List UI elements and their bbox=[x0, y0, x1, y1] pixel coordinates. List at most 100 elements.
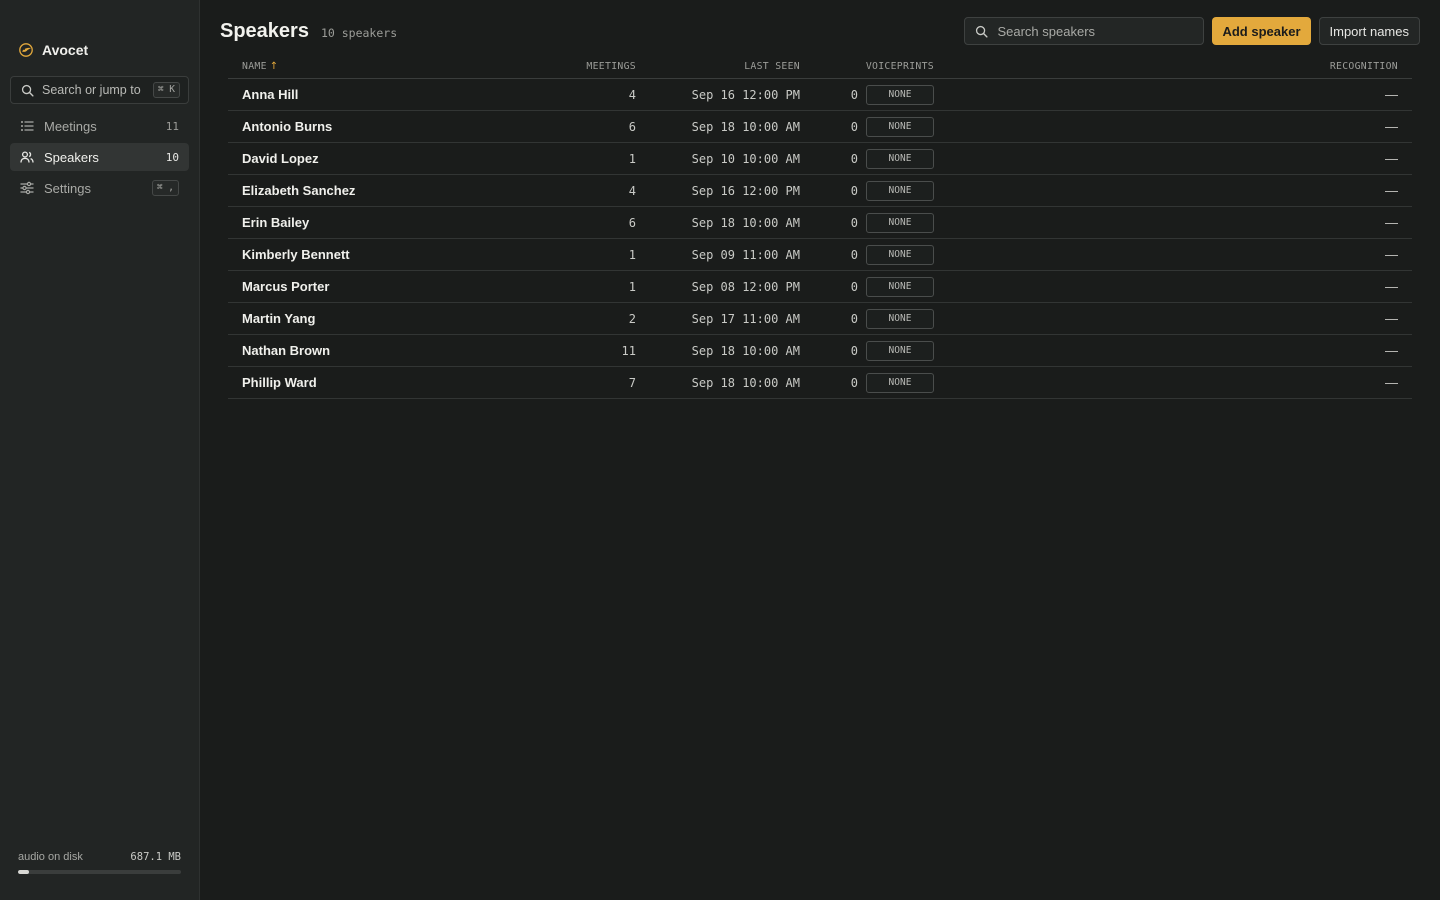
table-row[interactable]: Anna Hill 4 Sep 16 12:00 PM 0 NONE — bbox=[228, 79, 1412, 111]
column-meetings[interactable]: MEETINGS bbox=[558, 61, 636, 72]
sort-arrow-icon: ↑ bbox=[269, 60, 279, 72]
speaker-name: Martin Yang bbox=[242, 311, 316, 326]
recognition-value: — bbox=[1385, 151, 1398, 166]
add-speaker-button[interactable]: Add speaker bbox=[1212, 17, 1311, 45]
voiceprint-status-badge: NONE bbox=[866, 244, 934, 265]
speaker-name: Nathan Brown bbox=[242, 343, 331, 358]
voiceprint-status-badge: NONE bbox=[866, 148, 934, 169]
column-voiceprints[interactable]: VOICEPRINTS bbox=[800, 61, 934, 72]
recognition-value: — bbox=[1385, 87, 1398, 102]
recognition-value: — bbox=[1385, 247, 1398, 262]
column-last-seen[interactable]: LAST SEEN bbox=[636, 61, 800, 72]
recognition-value: — bbox=[1385, 119, 1398, 134]
recognition-value: — bbox=[1385, 279, 1398, 294]
table-row[interactable]: Antonio Burns 6 Sep 18 10:00 AM 0 NONE — bbox=[228, 111, 1412, 143]
voiceprint-count: 0 bbox=[850, 87, 858, 102]
last-seen: Sep 18 10:00 AM bbox=[691, 215, 800, 230]
meetings-count: 6 bbox=[628, 215, 636, 230]
voiceprint-status-badge: NONE bbox=[866, 276, 934, 297]
meetings-count: 1 bbox=[628, 279, 636, 294]
recognition-value: — bbox=[1385, 183, 1398, 198]
sidebar-item-label: Speakers bbox=[44, 149, 99, 165]
voiceprint-count: 0 bbox=[850, 343, 858, 358]
last-seen: Sep 18 10:00 AM bbox=[691, 119, 800, 134]
avocet-bird-icon bbox=[19, 43, 33, 57]
app-name: Avocet bbox=[42, 42, 89, 58]
recognition-value: — bbox=[1385, 375, 1398, 390]
disk-usage-label: audio on disk bbox=[18, 851, 83, 863]
meetings-count: 7 bbox=[628, 375, 636, 390]
meetings-count: 11 bbox=[165, 119, 179, 133]
jump-label: Search or jump to bbox=[42, 83, 141, 97]
voiceprint-status-badge: NONE bbox=[866, 340, 934, 361]
meetings-count: 6 bbox=[628, 119, 636, 134]
recognition-value: — bbox=[1385, 311, 1398, 326]
meetings-count: 4 bbox=[628, 183, 636, 198]
last-seen: Sep 18 10:00 AM bbox=[691, 343, 800, 358]
table-row[interactable]: Nathan Brown 11 Sep 18 10:00 AM 0 NONE — bbox=[228, 335, 1412, 367]
main-content: Speakers 10 speakers Add speaker Import … bbox=[200, 0, 1440, 900]
disk-usage-value: 687.1 MB bbox=[130, 851, 181, 863]
disk-usage-bar bbox=[18, 870, 181, 874]
table-header: NAME ↑ MEETINGS LAST SEEN VOICEPRINTS REC… bbox=[228, 54, 1412, 79]
voiceprint-status-badge: NONE bbox=[866, 372, 934, 393]
import-names-button[interactable]: Import names bbox=[1318, 17, 1420, 45]
speaker-count: 10 speakers bbox=[320, 25, 398, 40]
sidebar-item-speakers[interactable]: Speakers 10 bbox=[10, 143, 189, 171]
brand[interactable]: Avocet bbox=[18, 41, 88, 59]
meetings-count: 1 bbox=[628, 151, 636, 166]
last-seen: Sep 08 12:00 PM bbox=[691, 279, 800, 294]
search-or-jump[interactable]: Search or jump to ⌘ K bbox=[10, 76, 189, 104]
table-row[interactable]: Elizabeth Sanchez 4 Sep 16 12:00 PM 0 NONE — bbox=[228, 175, 1412, 207]
meetings-count: 1 bbox=[628, 247, 636, 262]
table-row[interactable]: Erin Bailey 6 Sep 18 10:00 AM 0 NONE — bbox=[228, 207, 1412, 239]
sidebar-item-settings[interactable]: Settings ⌘ , bbox=[10, 174, 189, 202]
table-row[interactable]: David Lopez 1 Sep 10 10:00 AM 0 NONE — bbox=[228, 143, 1412, 175]
speaker-name: Antonio Burns bbox=[242, 119, 333, 134]
table-row[interactable]: Martin Yang 2 Sep 17 11:00 AM 0 NONE — bbox=[228, 303, 1412, 335]
last-seen: Sep 09 11:00 AM bbox=[691, 247, 800, 262]
voiceprint-count: 0 bbox=[850, 247, 858, 262]
voiceprint-count: 0 bbox=[850, 311, 858, 326]
voiceprint-status-badge: NONE bbox=[866, 212, 934, 233]
settings-shortcut: ⌘ , bbox=[151, 180, 179, 196]
sidebar-item-meetings[interactable]: Meetings 11 bbox=[10, 112, 189, 140]
sidebar-item-label: Settings bbox=[44, 180, 91, 196]
speakers-count: 10 bbox=[165, 150, 179, 164]
last-seen: Sep 16 12:00 PM bbox=[691, 183, 800, 198]
voiceprint-status-badge: NONE bbox=[866, 116, 934, 137]
column-name[interactable]: NAME ↑ bbox=[228, 61, 558, 72]
voiceprint-count: 0 bbox=[850, 151, 858, 166]
list-icon bbox=[21, 121, 34, 131]
people-icon bbox=[20, 151, 34, 163]
last-seen: Sep 16 12:00 PM bbox=[691, 87, 800, 102]
table-row[interactable]: Kimberly Bennett 1 Sep 09 11:00 AM 0 NONE — bbox=[228, 239, 1412, 271]
meetings-count: 2 bbox=[628, 311, 636, 326]
recognition-value: — bbox=[1385, 343, 1398, 358]
speakers-table: NAME ↑ MEETINGS LAST SEEN VOICEPRINTS REC… bbox=[228, 54, 1412, 399]
speaker-name: Kimberly Bennett bbox=[242, 247, 350, 262]
speaker-name: Anna Hill bbox=[242, 87, 299, 102]
table-row[interactable]: Marcus Porter 1 Sep 08 12:00 PM 0 NONE — bbox=[228, 271, 1412, 303]
column-name-label: NAME bbox=[242, 60, 267, 72]
table-body: Anna Hill 4 Sep 16 12:00 PM 0 NONE — Antonio B… bbox=[228, 79, 1412, 399]
search-speakers-input[interactable] bbox=[997, 23, 1194, 39]
speaker-name: Elizabeth Sanchez bbox=[242, 183, 356, 198]
voiceprint-count: 0 bbox=[850, 215, 858, 230]
voiceprint-status-badge: NONE bbox=[866, 84, 934, 105]
sidebar: Avocet Search or jump to ⌘ K Meetings 11 bbox=[0, 0, 200, 900]
voiceprint-status-badge: NONE bbox=[866, 308, 934, 329]
table-row[interactable]: Phillip Ward 7 Sep 18 10:00 AM 0 NONE — bbox=[228, 367, 1412, 399]
disk-usage-fill bbox=[18, 870, 30, 874]
sidebar-item-label: Meetings bbox=[44, 118, 97, 134]
speaker-name: Phillip Ward bbox=[242, 375, 317, 390]
column-recognition[interactable]: RECOGNITION bbox=[934, 61, 1412, 72]
recognition-value: — bbox=[1385, 215, 1398, 230]
search-icon bbox=[976, 25, 989, 38]
voiceprint-count: 0 bbox=[850, 279, 858, 294]
voiceprint-count: 0 bbox=[850, 119, 858, 134]
last-seen: Sep 17 11:00 AM bbox=[691, 311, 800, 326]
search-speakers[interactable] bbox=[964, 17, 1205, 45]
page-header: Speakers 10 speakers Add speaker Import … bbox=[220, 17, 1420, 45]
meetings-count: 4 bbox=[628, 87, 636, 102]
